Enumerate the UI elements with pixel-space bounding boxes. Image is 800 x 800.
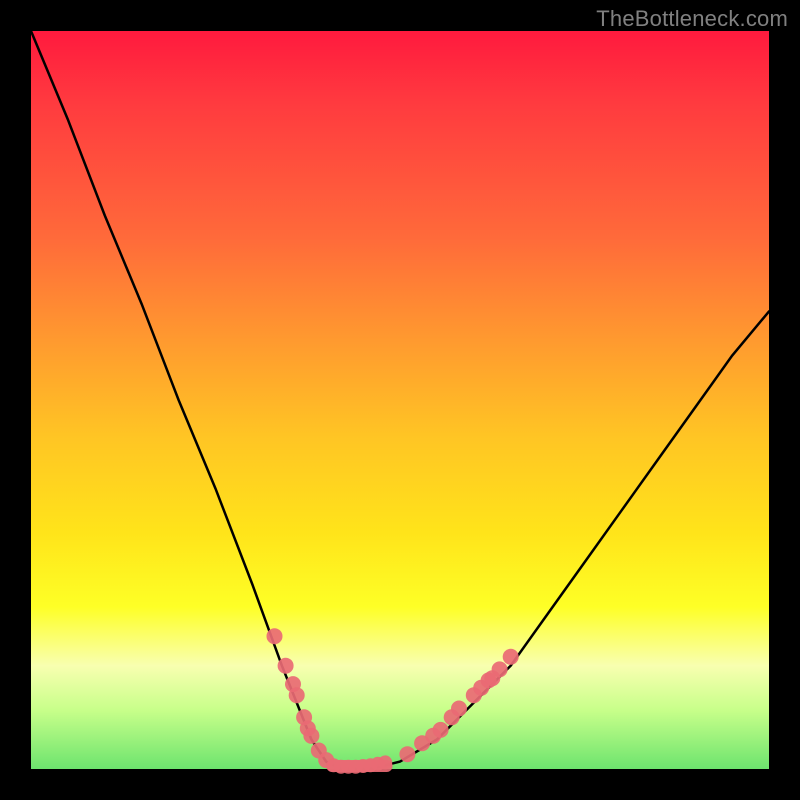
marker-dot bbox=[278, 658, 294, 674]
marker-dot bbox=[267, 628, 283, 644]
marker-dot bbox=[303, 728, 319, 744]
marker-dot bbox=[484, 670, 500, 686]
watermark-text: TheBottleneck.com bbox=[596, 6, 788, 32]
chart-svg bbox=[31, 31, 769, 769]
plot-area bbox=[31, 31, 769, 769]
chart-frame: TheBottleneck.com bbox=[0, 0, 800, 800]
marker-bottom-bar bbox=[326, 760, 392, 772]
bottleneck-curve bbox=[31, 31, 769, 769]
marker-dot bbox=[399, 746, 415, 762]
marker-dot bbox=[503, 649, 519, 665]
marker-dot bbox=[451, 701, 467, 717]
marker-dot bbox=[433, 722, 449, 738]
marker-dot bbox=[289, 687, 305, 703]
highlight-markers bbox=[267, 628, 519, 774]
